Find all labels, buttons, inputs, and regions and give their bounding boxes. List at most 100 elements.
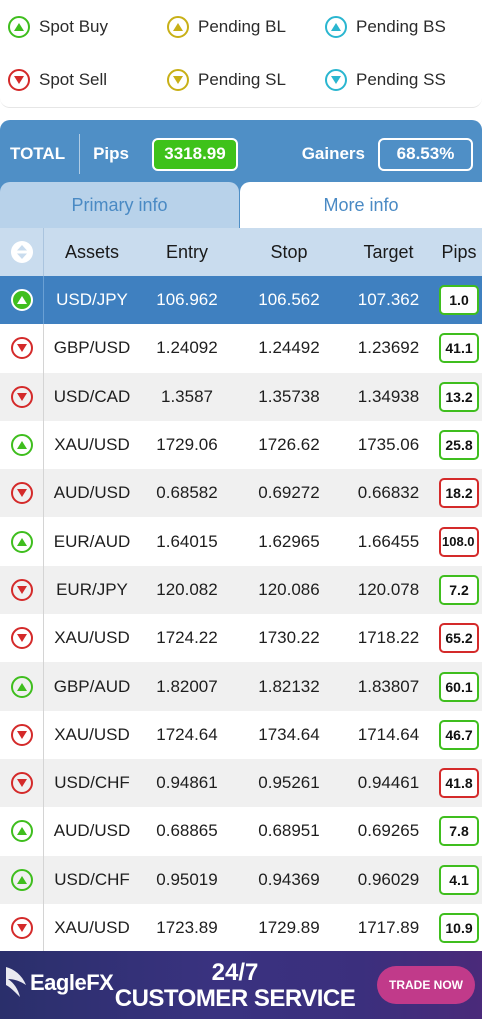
stop-cell: 1729.89 bbox=[258, 918, 320, 937]
direction-cell bbox=[0, 276, 44, 325]
legend-label: Pending BS bbox=[356, 17, 446, 36]
pips-label: Pips bbox=[93, 144, 129, 163]
column-header-pips[interactable]: Pips bbox=[436, 242, 482, 263]
stop-cell: 120.086 bbox=[258, 579, 320, 599]
table-row[interactable]: XAU/USD 1729.06 1726.62 1735.06 25.8 bbox=[0, 420, 482, 470]
legend-label: Spot Buy bbox=[39, 17, 108, 36]
stop-cell: 1.62965 bbox=[258, 531, 320, 551]
target-cell: 0.96029 bbox=[357, 869, 420, 889]
sort-icon bbox=[10, 241, 33, 263]
legend-spot-sell: Spot Sell bbox=[8, 65, 107, 95]
target-cell: 1714.64 bbox=[357, 724, 420, 744]
stop-cell: 0.95261 bbox=[258, 773, 320, 793]
sell-signal-icon bbox=[10, 337, 33, 360]
tab-more-info[interactable]: More info bbox=[240, 182, 482, 228]
pips-badge: 41.8 bbox=[439, 768, 479, 799]
eaglefx-logo: EagleFX bbox=[4, 963, 114, 1003]
legend-label: Pending BL bbox=[198, 17, 286, 36]
stop-cell: 1.82132 bbox=[258, 676, 320, 696]
asset-cell: XAU/USD bbox=[54, 628, 130, 648]
pips-badge: 25.8 bbox=[439, 430, 479, 461]
table-row[interactable]: USD/CAD 1.3587 1.35738 1.34938 13.2 bbox=[0, 372, 482, 421]
entry-cell: 106.962 bbox=[156, 290, 218, 310]
asset-cell: USD/JPY bbox=[56, 290, 128, 310]
table-row[interactable]: USD/CHF 0.95019 0.94369 0.96029 4.1 bbox=[0, 855, 482, 904]
entry-cell: 0.68582 bbox=[156, 483, 218, 503]
sell-signal-icon bbox=[10, 723, 33, 746]
asset-cell: GBP/USD bbox=[53, 338, 131, 358]
table-row[interactable]: USD/JPY 106.962 106.562 107.362 1.0 bbox=[0, 276, 482, 325]
table-row[interactable]: USD/CHF 0.94861 0.95261 0.94461 41.8 bbox=[0, 758, 482, 808]
target-cell: 0.66832 bbox=[357, 483, 420, 503]
entry-cell: 0.95019 bbox=[156, 869, 218, 889]
table-row[interactable]: AUD/USD 0.68582 0.69272 0.66832 18.2 bbox=[0, 469, 482, 518]
asset-cell: USD/CHF bbox=[54, 773, 130, 793]
stop-cell: 0.68951 bbox=[258, 821, 320, 841]
direction-cell bbox=[0, 807, 44, 856]
pips-badge: 18.2 bbox=[439, 478, 479, 509]
target-cell: 1.83807 bbox=[357, 676, 420, 696]
signal-type-legend: Spot Buy Pending BL Pending BS Spot Sell… bbox=[0, 0, 482, 108]
table-row[interactable]: AUD/USD 0.68865 0.68951 0.69265 7.8 bbox=[0, 807, 482, 856]
column-header-assets[interactable]: Assets bbox=[44, 242, 140, 263]
target-cell: 1.34938 bbox=[357, 386, 420, 406]
pips-badge: 7.8 bbox=[439, 816, 479, 847]
stop-cell: 1734.64 bbox=[258, 724, 320, 744]
sell-signal-icon bbox=[10, 627, 33, 650]
table-row[interactable]: GBP/AUD 1.82007 1.82132 1.83807 60.1 bbox=[0, 662, 482, 711]
legend-label: Pending SL bbox=[198, 70, 286, 89]
pips-badge: 60.1 bbox=[439, 671, 479, 702]
target-cell: 1717.89 bbox=[357, 918, 420, 937]
stop-cell: 106.562 bbox=[258, 290, 320, 310]
pips-badge: 1.0 bbox=[439, 285, 479, 316]
direction-cell bbox=[0, 372, 44, 421]
entry-cell: 1724.64 bbox=[156, 724, 218, 744]
direction-cell bbox=[0, 855, 44, 904]
direction-cell bbox=[0, 420, 44, 470]
gainers-label: Gainers bbox=[301, 144, 365, 163]
pips-badge: 46.7 bbox=[439, 719, 479, 750]
signals-table: USD/JPY 106.962 106.562 107.362 1.0 GBP/… bbox=[0, 276, 482, 953]
up-arrow-icon bbox=[8, 16, 30, 38]
eagle-icon bbox=[6, 967, 26, 997]
down-arrow-icon bbox=[325, 69, 347, 91]
ad-headline-2: CUSTOMER SERVICE bbox=[114, 985, 356, 1012]
target-cell: 1735.06 bbox=[357, 435, 420, 455]
ad-banner[interactable]: EagleFX 24/7 CUSTOMER SERVICE TRADE NOW bbox=[0, 951, 482, 1019]
tab-primary-info[interactable]: Primary info bbox=[0, 182, 239, 228]
target-cell: 107.362 bbox=[357, 290, 420, 310]
stop-cell: 0.94369 bbox=[258, 869, 320, 889]
entry-cell: 1724.22 bbox=[156, 628, 218, 648]
buy-signal-icon bbox=[10, 675, 33, 698]
pips-badge: 65.2 bbox=[439, 623, 479, 654]
table-row[interactable]: XAU/USD 1723.89 1729.89 1717.89 10.9 bbox=[0, 903, 482, 953]
table-row[interactable]: XAU/USD 1724.64 1734.64 1714.64 46.7 bbox=[0, 710, 482, 759]
stop-cell: 1.35738 bbox=[258, 386, 320, 406]
table-row[interactable]: XAU/USD 1724.22 1730.22 1718.22 65.2 bbox=[0, 614, 482, 663]
legend-pending-bs: Pending BS bbox=[325, 12, 446, 42]
pips-badge: 7.2 bbox=[439, 574, 479, 605]
sell-signal-icon bbox=[10, 917, 33, 939]
ad-headline-1: 24/7 bbox=[211, 959, 259, 986]
table-row[interactable]: EUR/JPY 120.082 120.086 120.078 7.2 bbox=[0, 565, 482, 615]
table-row[interactable]: GBP/USD 1.24092 1.24492 1.23692 41.1 bbox=[0, 324, 482, 373]
table-row[interactable]: EUR/AUD 1.64015 1.62965 1.66455 108.0 bbox=[0, 517, 482, 566]
column-header-target[interactable]: Target bbox=[341, 242, 436, 263]
info-tabs: Primary info More info bbox=[0, 178, 482, 228]
sort-toggle[interactable] bbox=[0, 228, 44, 276]
stop-cell: 1730.22 bbox=[258, 628, 320, 648]
legend-pending-sl: Pending SL bbox=[167, 65, 286, 95]
column-header-entry[interactable]: Entry bbox=[140, 242, 234, 263]
target-cell: 0.69265 bbox=[357, 821, 420, 841]
direction-cell bbox=[0, 469, 44, 518]
up-arrow-icon bbox=[325, 16, 347, 38]
trade-now-button[interactable]: TRADE NOW bbox=[377, 966, 475, 1004]
legend-pending-bl: Pending BL bbox=[167, 12, 286, 42]
column-header-stop[interactable]: Stop bbox=[237, 242, 341, 263]
legend-label: Pending SS bbox=[356, 70, 446, 89]
pips-badge: 13.2 bbox=[439, 381, 479, 412]
total-label: TOTAL bbox=[10, 144, 66, 163]
direction-cell bbox=[0, 324, 44, 373]
sell-signal-icon bbox=[10, 772, 33, 795]
target-cell: 1.23692 bbox=[357, 338, 420, 358]
